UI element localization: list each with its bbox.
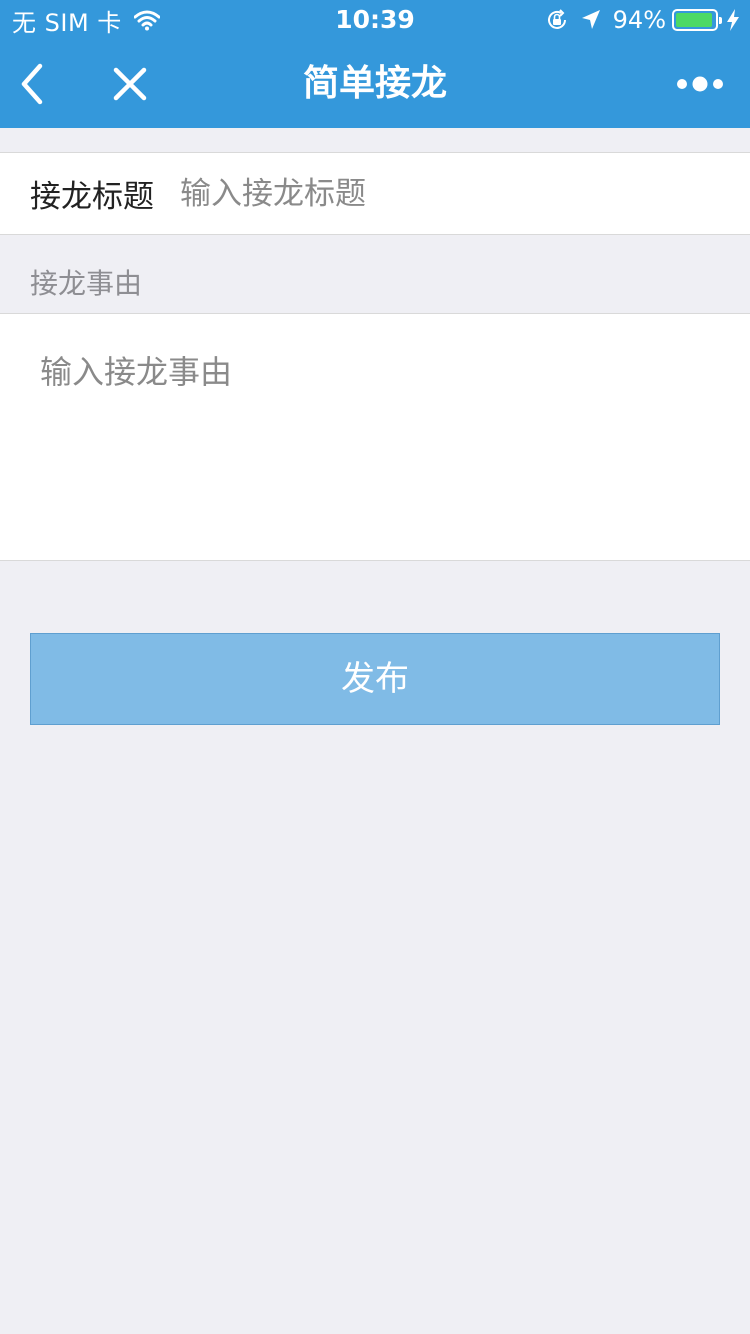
publish-button[interactable]: 发布 — [30, 633, 720, 725]
status-right: 94% — [533, 5, 740, 35]
title-row: 接龙标题 — [0, 152, 750, 235]
title-label: 接龙标题 — [30, 179, 154, 215]
status-bar: 无 SIM 卡 10:39 94% — [0, 0, 750, 40]
battery-icon — [672, 9, 722, 31]
top-bar: 无 SIM 卡 10:39 94% 简单接龙 — [0, 0, 750, 128]
location-arrow-icon — [581, 9, 601, 31]
battery-percent: 94% — [612, 6, 666, 34]
reason-label: 接龙事由 — [30, 267, 143, 300]
screen: 无 SIM 卡 10:39 94% 简单接龙 接龙标题 输入接龙标题 接龙事由 … — [0, 0, 750, 1334]
battery-fill — [676, 13, 712, 27]
more-dots-icon[interactable] — [676, 74, 724, 94]
page-title: 简单接龙 — [302, 63, 447, 104]
title-input[interactable] — [180, 163, 730, 224]
charging-bolt-icon — [726, 9, 740, 31]
rotation-lock-icon — [545, 8, 569, 32]
reason-box — [0, 313, 750, 561]
reason-textarea[interactable] — [40, 346, 720, 536]
nav-bar: 简单接龙 — [0, 40, 750, 128]
